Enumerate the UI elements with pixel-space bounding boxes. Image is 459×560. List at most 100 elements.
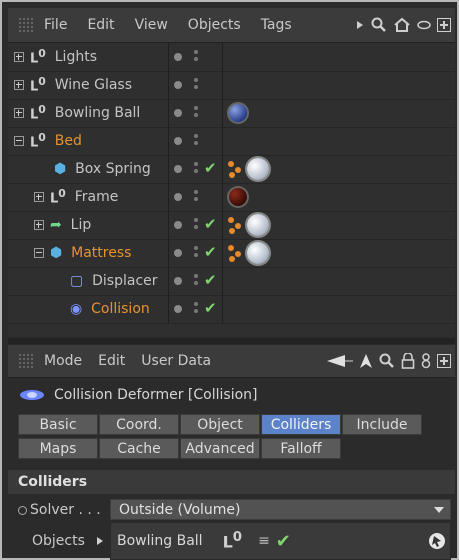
expand-icon[interactable]	[34, 220, 44, 230]
render-dots[interactable]	[193, 188, 199, 206]
material-tag-icon[interactable]	[247, 158, 269, 180]
solver-dropdown[interactable]: Outside (Volume)	[110, 499, 451, 520]
enabled-check-icon[interactable]: ✔	[204, 215, 217, 233]
object-item-name[interactable]: Bowling Ball	[117, 533, 203, 549]
tab-coord[interactable]: Coord.	[99, 414, 179, 435]
tree-row-wine-glass[interactable]: L0 Wine Glass	[8, 71, 455, 100]
material-tag-icon[interactable]	[247, 242, 269, 264]
tree-row-mattress[interactable]: ⬢ Mattress ✔	[8, 239, 455, 268]
render-dots[interactable]	[193, 160, 199, 178]
row-label: Lip	[70, 217, 92, 233]
render-dots[interactable]	[193, 300, 199, 318]
row-label: Box Spring	[75, 161, 151, 177]
tab-falloff[interactable]: Falloff	[261, 438, 341, 459]
visibility-dot[interactable]	[174, 53, 182, 61]
tab-advanced[interactable]: Advanced	[180, 438, 260, 459]
ellipse-icon[interactable]	[417, 20, 431, 30]
visibility-dot[interactable]	[174, 81, 182, 89]
render-dots[interactable]	[193, 272, 199, 290]
back-arrow-icon[interactable]	[327, 354, 353, 368]
menu-file[interactable]: File	[44, 17, 67, 33]
add-icon[interactable]	[437, 18, 451, 32]
objects-list[interactable]: Bowling Ball L0 ≡ ✔	[110, 522, 451, 560]
render-dots[interactable]	[193, 132, 199, 150]
row-label: Collision	[91, 301, 150, 317]
visibility-dot[interactable]	[174, 249, 182, 257]
menu-user-data[interactable]: User Data	[141, 353, 211, 369]
link-icon[interactable]	[421, 353, 431, 369]
tree-row-lip[interactable]: ➦ Lip ✔	[8, 211, 455, 240]
enabled-check-icon[interactable]: ✔	[204, 271, 217, 289]
material-tag-icon[interactable]	[227, 186, 249, 208]
tab-colliders[interactable]: Colliders	[261, 414, 341, 435]
menu-view[interactable]: View	[135, 17, 168, 33]
tree-row-lights[interactable]: L0 Lights	[8, 43, 455, 72]
material-tag-icon[interactable]	[227, 102, 249, 124]
tab-cache[interactable]: Cache	[99, 438, 179, 459]
grip-icon[interactable]	[18, 353, 34, 369]
render-dots[interactable]	[193, 216, 199, 234]
dynamics-body-tag-icon[interactable]	[227, 214, 245, 236]
solver-label: Solver . . .	[30, 502, 101, 518]
object-tree: L0 Lights L0 Wine Glass L0 Bowling Ball …	[8, 43, 455, 337]
search-icon[interactable]	[371, 17, 387, 33]
up-arrow-icon[interactable]	[359, 353, 373, 369]
pick-object-icon[interactable]	[428, 532, 446, 550]
tree-row-frame[interactable]: L0 Frame	[8, 183, 455, 212]
visibility-dot[interactable]	[174, 277, 182, 285]
expand-icon[interactable]	[14, 52, 24, 62]
row-label: Frame	[74, 189, 119, 205]
expand-icon[interactable]	[34, 192, 44, 202]
tab-object[interactable]: Object	[180, 414, 260, 435]
attribute-icons	[327, 353, 455, 369]
visibility-dot[interactable]	[174, 221, 182, 229]
enabled-check-icon[interactable]: ✔	[276, 531, 291, 552]
object-title: Collision Deformer [Collision]	[54, 387, 258, 403]
menu-objects[interactable]: Objects	[188, 17, 241, 33]
visibility-dot[interactable]	[174, 193, 182, 201]
render-dots[interactable]	[193, 104, 199, 122]
tree-row-bed[interactable]: L0 Bed	[8, 127, 455, 156]
null-object-icon: L0	[222, 530, 243, 552]
tab-basic[interactable]: Basic	[18, 414, 98, 435]
panel-divider[interactable]	[8, 338, 455, 344]
tree-row-bowling-ball[interactable]: L0 Bowling Ball	[8, 99, 455, 128]
tab-include[interactable]: Include	[342, 414, 422, 435]
visibility-dot[interactable]	[174, 109, 182, 117]
tree-row-displacer[interactable]: ▢ Displacer ✔	[8, 267, 455, 296]
render-dots[interactable]	[193, 76, 199, 94]
menu-mode[interactable]: Mode	[44, 353, 82, 369]
collapse-icon[interactable]	[14, 136, 24, 146]
enabled-check-icon[interactable]: ✔	[204, 159, 217, 177]
expand-arrow-icon[interactable]	[95, 536, 105, 546]
null-object-icon: L0	[30, 47, 46, 67]
render-dots[interactable]	[193, 244, 199, 262]
collapse-icon[interactable]	[34, 248, 44, 258]
menu-edit[interactable]: Edit	[98, 353, 125, 369]
menu-edit[interactable]: Edit	[87, 17, 114, 33]
play-arrow-icon[interactable]	[355, 19, 365, 31]
visibility-dot[interactable]	[174, 137, 182, 145]
add-icon[interactable]	[437, 354, 451, 368]
dynamics-body-tag-icon[interactable]	[227, 158, 245, 180]
search-icon[interactable]	[379, 353, 395, 369]
row-label: Mattress	[71, 245, 132, 261]
tree-row-box-spring[interactable]: ⬢ Box Spring ✔	[8, 155, 455, 184]
menu-tags[interactable]: Tags	[261, 17, 292, 33]
expand-icon[interactable]	[14, 80, 24, 90]
list-options-icon[interactable]: ≡	[258, 533, 270, 549]
visibility-dot[interactable]	[174, 305, 182, 313]
dynamics-body-tag-icon[interactable]	[227, 242, 245, 264]
tab-maps[interactable]: Maps	[18, 438, 98, 459]
grip-icon[interactable]	[18, 17, 34, 33]
render-dots[interactable]	[193, 48, 199, 66]
material-tag-icon[interactable]	[247, 214, 269, 236]
lock-icon[interactable]	[401, 353, 415, 369]
enabled-check-icon[interactable]: ✔	[204, 243, 217, 261]
animate-dot-icon[interactable]	[18, 505, 27, 515]
expand-icon[interactable]	[14, 108, 24, 118]
home-icon[interactable]	[393, 17, 411, 33]
tree-row-collision[interactable]: ◉ Collision ✔	[8, 295, 455, 324]
visibility-dot[interactable]	[174, 165, 182, 173]
enabled-check-icon[interactable]: ✔	[204, 299, 217, 317]
